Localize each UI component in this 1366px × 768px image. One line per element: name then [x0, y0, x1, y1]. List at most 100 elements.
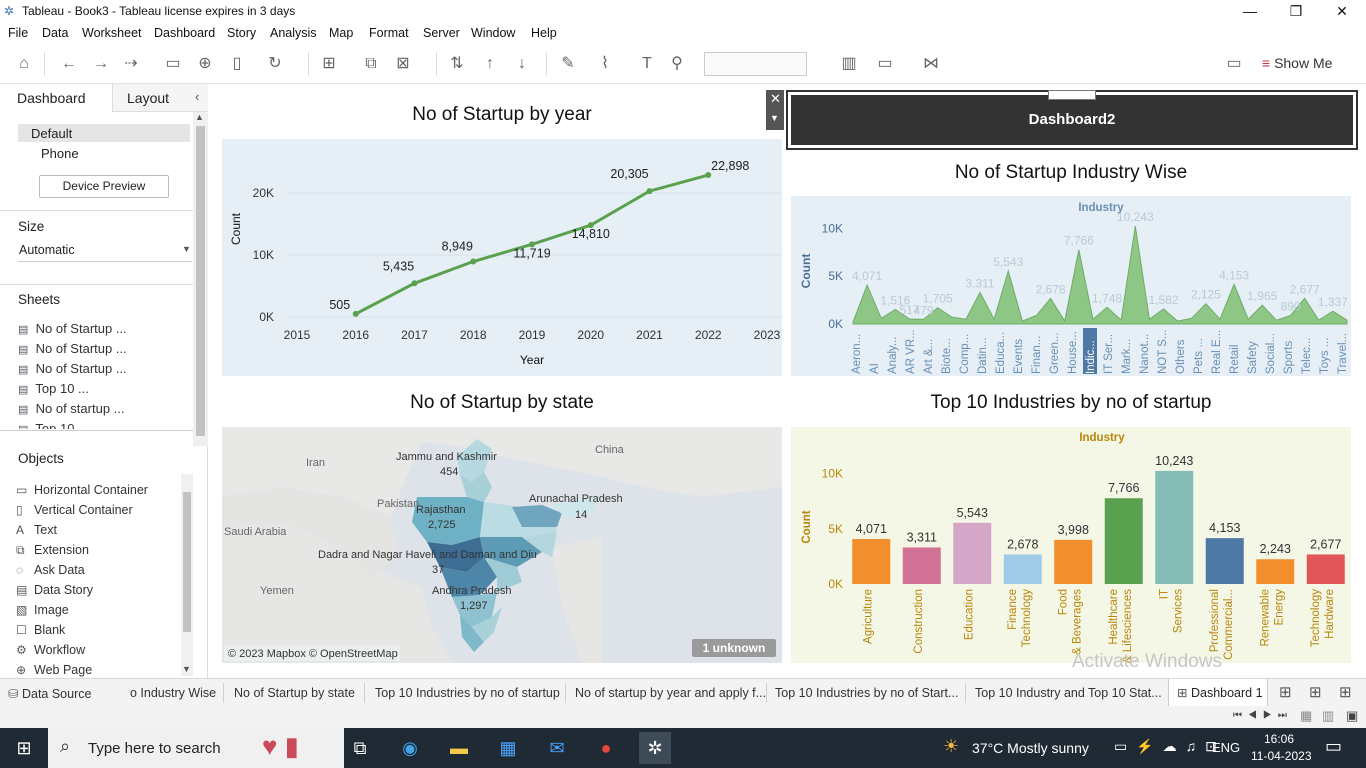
device-preview-button[interactable]: Device Preview	[39, 175, 169, 198]
show-cards-icon[interactable]: ▥	[838, 53, 860, 75]
menu-format[interactable]: Format	[369, 26, 409, 40]
drag-handle-icon[interactable]	[1048, 90, 1096, 100]
object-text[interactable]: A Text	[16, 523, 57, 537]
clock-time[interactable]: 16:06	[1264, 732, 1294, 746]
close-window-button[interactable]: ✕	[1319, 0, 1365, 22]
tab-top10-industries[interactable]: Top 10 Industries by no of startup	[375, 686, 560, 700]
area-chart-industry-wise[interactable]: Industry0K5K10KCount 4,0711,5165174791,70…	[791, 196, 1351, 376]
tabs-view-icon[interactable]: ▣	[1346, 708, 1358, 724]
new-data-source-icon[interactable]: ⊕	[194, 53, 216, 75]
show-me-button[interactable]: ≡ Show Me	[1262, 55, 1332, 71]
menu-map[interactable]: Map	[329, 26, 353, 40]
undo-icon[interactable]: ←	[58, 53, 80, 75]
maximize-button[interactable]: ❐	[1273, 0, 1319, 22]
tab-industry-wise[interactable]: o Industry Wise	[130, 686, 216, 700]
tab-dashboard-1[interactable]: ⊞ Dashboard 1	[1168, 679, 1268, 706]
tab-top10-industries-start[interactable]: Top 10 Industries by no of Start...	[775, 686, 958, 700]
replay-icon[interactable]: ⇢	[120, 53, 142, 75]
india-state-map[interactable]: Jammu and Kashmir 454 Arunachal Pradesh …	[222, 427, 782, 663]
object-horizontal-container[interactable]: ▭ Horizontal Container	[16, 483, 148, 497]
menu-data[interactable]: Data	[42, 26, 68, 40]
bar-chart-top10-industries[interactable]: Industry 0K 5K 10K Count 4,071 Agriculture 3,31…	[791, 427, 1351, 663]
more-options-icon[interactable]: ▼	[770, 113, 779, 123]
home-icon[interactable]: ⌂	[13, 53, 35, 75]
device-default[interactable]: Default	[18, 124, 190, 142]
tab-layout[interactable]: Layout ‹	[112, 84, 208, 112]
show-labels-icon[interactable]: T	[636, 53, 658, 75]
sheet-sorter-icon[interactable]: ▦	[1300, 708, 1312, 724]
tab-startup-by-state[interactable]: No of Startup by state	[234, 686, 355, 700]
sort-ascending-icon[interactable]: ↑	[479, 53, 501, 75]
sheet-navigation-icon[interactable]: ⏮◀▶⏭	[1233, 710, 1293, 721]
notifications-icon[interactable]: ▭	[1325, 736, 1342, 757]
object-workflow[interactable]: ⚙ Workflow	[16, 643, 85, 657]
system-tray-icons[interactable]: ▭⚡☁♫⊡	[1114, 738, 1226, 755]
line-chart-startups-by-year[interactable]: 0K 10K 20K 2015 2016 2017 2018 2019 2020 2021 2022…	[222, 139, 782, 376]
object-image[interactable]: ▧ Image	[16, 603, 69, 617]
remove-icon[interactable]: ✕	[770, 91, 781, 107]
size-dropdown[interactable]: Automatic ▼	[18, 242, 192, 262]
refresh-icon[interactable]: ↻	[264, 53, 286, 75]
new-worksheet-icon[interactable]: ⊞	[318, 53, 340, 75]
edge-icon[interactable]: ◉	[394, 732, 426, 764]
objects-scrollbar[interactable]: ▼	[181, 474, 193, 676]
tableau-taskbar-icon[interactable]: ✲	[639, 732, 671, 764]
tab-dashboard[interactable]: Dashboard	[0, 84, 112, 114]
sort-descending-icon[interactable]: ↓	[511, 53, 533, 75]
menu-server[interactable]: Server	[423, 26, 460, 40]
object-ask-data[interactable]: ◌ Ask Data	[16, 563, 85, 577]
menu-file[interactable]: File	[8, 26, 28, 40]
sheets-scrollbar[interactable]: ▲	[193, 112, 208, 446]
clear-sheet-icon[interactable]: ⊠	[392, 53, 414, 75]
group-icon[interactable]: ⌇	[594, 53, 616, 75]
menu-story[interactable]: Story	[227, 26, 256, 40]
sheet-item[interactable]: ▤ Top 10 ...	[18, 381, 89, 396]
unknown-indicator[interactable]: 1 unknown	[703, 641, 766, 655]
fit-dropdown[interactable]	[704, 52, 807, 76]
object-web-page[interactable]: ⊕ Web Page	[16, 663, 92, 677]
pin-icon[interactable]: ⚲	[666, 53, 688, 75]
task-view-icon[interactable]: ⧉	[344, 732, 376, 764]
language-indicator[interactable]: ENG	[1212, 740, 1240, 755]
menu-help[interactable]: Help	[531, 26, 557, 40]
clock-date[interactable]: 11-04-2023	[1251, 749, 1312, 763]
menu-analysis[interactable]: Analysis	[270, 26, 317, 40]
taskbar-search-box[interactable]: ⌕ Type here to search ♥ ▮	[48, 728, 344, 768]
sheet-item[interactable]: ▤ No of Startup ...	[18, 361, 127, 376]
sheet-item[interactable]: ▤ Top 10	[18, 421, 74, 429]
menu-dashboard[interactable]: Dashboard	[154, 26, 215, 40]
new-worksheet-tab-icon[interactable]: ⊞	[1279, 683, 1292, 701]
sheet-item[interactable]: ▤ No of startup ...	[18, 401, 125, 416]
pause-updates-icon[interactable]: ▯	[226, 53, 248, 75]
chrome-icon[interactable]: ●	[590, 732, 622, 764]
highlight-icon[interactable]: ✎	[557, 53, 579, 75]
file-explorer-icon[interactable]: ▬	[443, 732, 475, 764]
device-phone[interactable]: Phone	[41, 146, 79, 161]
microsoft-store-icon[interactable]: ▦	[492, 732, 524, 764]
object-blank[interactable]: ☐ Blank	[16, 623, 65, 637]
tab-data-source[interactable]: ⛁ Data Source	[8, 686, 91, 701]
object-extension[interactable]: ⧉ Extension	[16, 543, 89, 558]
swap-axes-icon[interactable]: ⇅	[446, 53, 468, 75]
paint-format-icon[interactable]: ▭	[1223, 53, 1245, 75]
tab-top10-industry-state[interactable]: Top 10 Industry and Top 10 Stat...	[975, 686, 1165, 700]
share-icon[interactable]: ⋈	[920, 53, 942, 75]
mail-icon[interactable]: ✉	[541, 732, 573, 764]
windows-start-icon[interactable]: ⊞	[8, 732, 40, 764]
title-object-container[interactable]: Dashboard2	[786, 90, 1358, 150]
minimize-button[interactable]: —	[1227, 0, 1273, 22]
tab-startup-by-year[interactable]: No of startup by year and apply f...	[575, 686, 766, 700]
save-icon[interactable]: ▭	[162, 53, 184, 75]
duplicate-icon[interactable]: ⧉	[360, 53, 382, 75]
filmstrip-icon[interactable]: ▥	[1322, 708, 1334, 724]
new-dashboard-tab-icon[interactable]: ⊞	[1309, 683, 1322, 701]
redo-icon[interactable]: →	[90, 53, 112, 75]
menu-window[interactable]: Window	[471, 26, 515, 40]
presentation-mode-icon[interactable]: ▭	[874, 53, 896, 75]
object-data-story[interactable]: ▤ Data Story	[16, 583, 93, 597]
weather-text[interactable]: 37°C Mostly sunny	[972, 740, 1089, 756]
sheet-item[interactable]: ▤ No of Startup ...	[18, 341, 127, 356]
sheet-item[interactable]: ▤ No of Startup ...	[18, 321, 127, 336]
object-vertical-container[interactable]: ▯ Vertical Container	[16, 503, 133, 517]
new-story-tab-icon[interactable]: ⊞	[1339, 683, 1352, 701]
